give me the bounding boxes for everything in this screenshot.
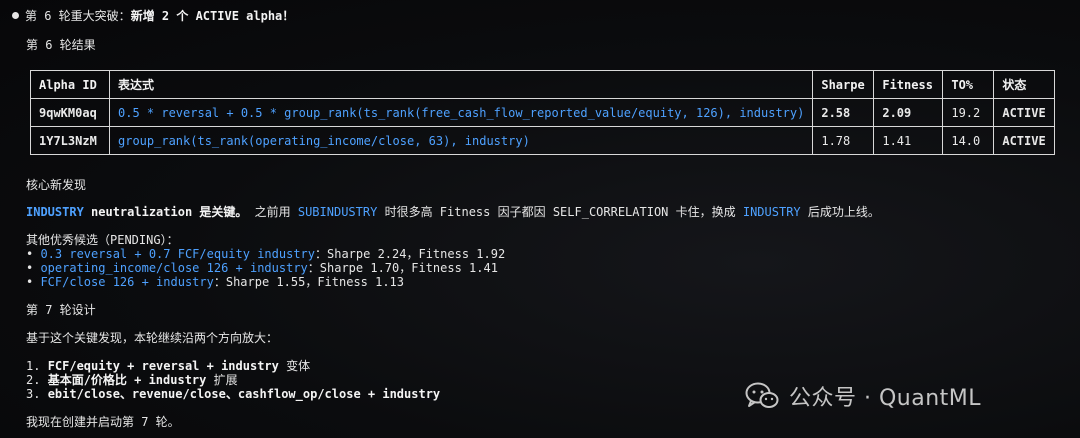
item-rest: 扩展 — [206, 373, 238, 387]
round7-heading: 第 7 轮设计 — [26, 303, 96, 317]
list-item: 3. ebit/close、revenue/close、cashflow_op/… — [26, 387, 440, 401]
core-finding-term-subindustry: SUBINDUSTRY — [297, 205, 378, 219]
round6-results-heading: 第 6 轮结果 — [26, 38, 96, 52]
watermark-text: 公众号 · QuantML — [789, 386, 982, 411]
header-expression: 表达式 — [108, 70, 814, 99]
status-cell: ACTIVE — [993, 126, 1055, 155]
item-bold: ebit/close、revenue/close、cashflow_op/clo… — [47, 387, 441, 401]
core-finding-term-industry: INDUSTRY — [26, 205, 84, 219]
fitness-cell: 2.09 — [873, 98, 944, 127]
header-sharpe: Sharpe — [812, 70, 875, 99]
core-finding-key: neutralization 是关键。 — [83, 205, 248, 219]
pending-expr: 0.3 reversal + 0.7 FCF/equity industry — [40, 247, 315, 261]
breakthrough-line: 第 6 轮重大突破：新增 2 个 ACTIVE alpha！ — [12, 9, 294, 23]
results-table: Alpha ID 表达式 Sharpe Fitness TO% 状态 9qwKM… — [30, 70, 1055, 155]
sharpe-cell: 1.78 — [812, 126, 875, 155]
pending-stats: ：Sharpe 2.24，Fitness 1.92 — [315, 247, 506, 261]
item-bold: 基本面/价格比 + industry — [47, 373, 207, 387]
core-finding-part: 时很多高 Fitness 因子都因 SELF_CORRELATION 卡住，换成 — [377, 205, 743, 219]
list-item: 2. 基本面/价格比 + industry 扩展 — [26, 373, 238, 387]
core-finding-heading: 核心新发现 — [26, 178, 87, 192]
expression-cell: 0.5 * reversal + 0.5 * group_rank(ts_ran… — [108, 98, 814, 127]
core-finding-part: 之前用 — [247, 205, 298, 219]
fitness-cell: 1.41 — [873, 126, 944, 155]
round7-intro: 基于这个关键发现，本轮继续沿两个方向放大： — [26, 331, 279, 345]
item-number: 3. — [26, 387, 41, 401]
header-status: 状态 — [993, 70, 1055, 99]
closing-text: 我现在创建并启动第 7 轮。 — [26, 415, 180, 429]
watermark: 公众号 · QuantML — [745, 380, 981, 412]
bullet-icon — [12, 12, 19, 19]
list-item: • 0.3 reversal + 0.7 FCF/equity industry… — [26, 247, 506, 261]
item-rest: 变体 — [278, 359, 311, 373]
turnover-cell: 19.2 — [942, 98, 995, 127]
list-item: • FCF/close 126 + industry：Sharpe 1.55，F… — [26, 275, 405, 289]
core-finding-part: 后成功上线。 — [800, 205, 880, 219]
header-alpha-id: Alpha ID — [30, 70, 110, 99]
breakthrough-highlight: 新增 2 个 ACTIVE alpha！ — [130, 9, 295, 23]
core-finding-term-industry: INDUSTRY — [742, 205, 801, 219]
header-to: TO% — [942, 70, 995, 99]
expression-cell: group_rank(ts_rank(operating_income/clos… — [108, 126, 814, 155]
table-header-row: Alpha ID 表达式 Sharpe Fitness TO% 状态 — [30, 70, 1055, 99]
pending-stats: ：Sharpe 1.55，Fitness 1.13 — [213, 275, 405, 289]
pending-expr: operating_income/close 126 + industry — [40, 261, 308, 275]
header-fitness: Fitness — [873, 70, 944, 99]
pending-heading: 其他优秀候选（PENDING）： — [26, 233, 179, 247]
list-item: • operating_income/close 126 + industry：… — [26, 261, 498, 275]
item-bold: FCF/equity + reversal + industry — [47, 359, 279, 373]
table-row: 1Y7L3NzM group_rank(ts_rank(operating_in… — [30, 126, 1055, 155]
core-finding-text: INDUSTRY neutralization 是关键。 之前用 SUBINDU… — [26, 205, 880, 219]
item-number: 2. — [26, 373, 41, 387]
list-item: 1. FCF/equity + reversal + industry 变体 — [26, 359, 310, 373]
pending-expr: FCF/close 126 + industry — [40, 275, 214, 289]
wechat-icon — [745, 382, 779, 408]
alpha-id-cell: 9qwKM0aq — [30, 98, 110, 127]
sharpe-cell: 2.58 — [812, 98, 875, 127]
status-cell: ACTIVE — [993, 98, 1055, 127]
alpha-id-cell: 1Y7L3NzM — [30, 126, 110, 155]
item-number: 1. — [26, 359, 41, 373]
table-row: 9qwKM0aq 0.5 * reversal + 0.5 * group_ra… — [30, 98, 1055, 127]
breakthrough-prefix: 第 6 轮重大突破： — [25, 9, 131, 23]
pending-stats: ：Sharpe 1.70，Fitness 1.41 — [307, 261, 498, 275]
turnover-cell: 14.0 — [942, 126, 995, 155]
